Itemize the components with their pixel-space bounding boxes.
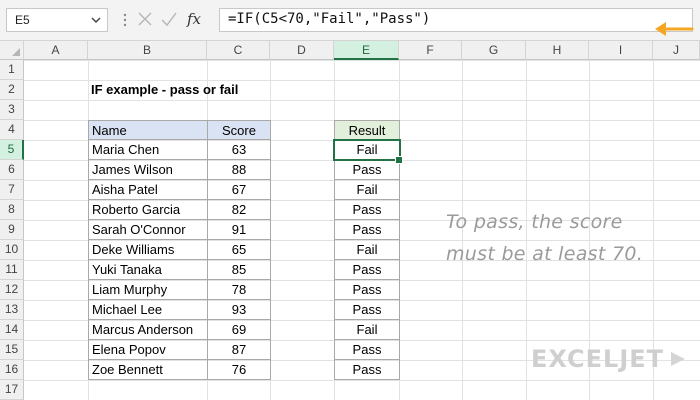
column-header-f[interactable]: F — [399, 41, 462, 60]
cell-score[interactable]: 65 — [207, 240, 271, 260]
cell-result[interactable]: Pass — [334, 220, 400, 240]
cell-score[interactable]: 69 — [207, 320, 271, 340]
row-header-3[interactable]: 3 — [0, 100, 24, 120]
cell-result[interactable]: Fail — [334, 180, 400, 200]
spreadsheet-window: E5 fx =IF(C5<70,"Fail","Pass") A B C D E… — [0, 0, 700, 400]
cell-score[interactable]: 63 — [207, 140, 271, 160]
select-all-corner[interactable] — [0, 41, 24, 60]
header-score[interactable]: Score — [207, 120, 271, 140]
cell-name[interactable]: Marcus Anderson — [88, 320, 208, 340]
row-header-15[interactable]: 15 — [0, 340, 24, 360]
enter-check-icon[interactable] — [160, 10, 178, 28]
cell-name[interactable]: Yuki Tanaka — [88, 260, 208, 280]
svg-text:fx: fx — [186, 10, 202, 28]
logo-mark-icon — [671, 352, 685, 366]
cell-name[interactable]: Aisha Patel — [88, 180, 208, 200]
annotation-note: To pass, the score must be at least 70. — [446, 206, 696, 270]
column-header-j[interactable]: J — [653, 41, 700, 60]
row-header-8[interactable]: 8 — [0, 200, 24, 220]
fill-handle[interactable] — [395, 156, 403, 164]
cell-result[interactable]: Pass — [334, 260, 400, 280]
cell-result[interactable]: Pass — [334, 280, 400, 300]
row-header-14[interactable]: 14 — [0, 320, 24, 340]
cell-score[interactable]: 91 — [207, 220, 271, 240]
arrow-left-icon — [655, 22, 694, 36]
note-line: must be at least 70. — [446, 243, 644, 265]
cell-result[interactable]: Fail — [334, 320, 400, 340]
row-header-13[interactable]: 13 — [0, 300, 24, 320]
active-cell-selection[interactable] — [333, 139, 401, 161]
cell-result[interactable]: Pass — [334, 340, 400, 360]
cell-result[interactable]: Pass — [334, 200, 400, 220]
row-header-2[interactable]: 2 — [0, 80, 24, 100]
cell-name[interactable]: Michael Lee — [88, 300, 208, 320]
row-header-10[interactable]: 10 — [0, 240, 24, 260]
cell-score[interactable]: 88 — [207, 160, 271, 180]
column-header-h[interactable]: H — [526, 41, 589, 60]
cell-result[interactable]: Pass — [334, 300, 400, 320]
formula-bar: E5 fx =IF(C5<70,"Fail","Pass") — [0, 0, 700, 41]
cell-score[interactable]: 82 — [207, 200, 271, 220]
name-box[interactable]: E5 — [6, 8, 108, 32]
cell-score[interactable]: 78 — [207, 280, 271, 300]
column-header-b[interactable]: B — [88, 41, 207, 60]
cell-result[interactable]: Pass — [334, 160, 400, 180]
column-header-e[interactable]: E — [334, 41, 399, 60]
row-header-6[interactable]: 6 — [0, 160, 24, 180]
row-header-12[interactable]: 12 — [0, 280, 24, 300]
column-header-c[interactable]: C — [207, 41, 270, 60]
cell-result[interactable]: Fail — [334, 240, 400, 260]
name-box-value: E5 — [15, 13, 30, 27]
formula-text: =IF(C5<70,"Fail","Pass") — [228, 11, 431, 27]
note-line: To pass, the score — [446, 211, 623, 233]
cell-name[interactable]: Elena Popov — [88, 340, 208, 360]
cell-score[interactable]: 87 — [207, 340, 271, 360]
cell-result[interactable]: Pass — [334, 360, 400, 380]
formula-input[interactable]: =IF(C5<70,"Fail","Pass") — [219, 8, 694, 36]
insert-function-icon[interactable]: fx — [186, 10, 208, 28]
row-header-17[interactable]: 17 — [0, 380, 24, 400]
row-header-1[interactable]: 1 — [0, 60, 24, 80]
cell-name[interactable]: Roberto Garcia — [88, 200, 208, 220]
row-header-7[interactable]: 7 — [0, 180, 24, 200]
row-header-16[interactable]: 16 — [0, 360, 24, 380]
exceljet-logo: EXCELJET — [531, 345, 691, 375]
column-header-g[interactable]: G — [462, 41, 526, 60]
cell-name[interactable]: Deke Williams — [88, 240, 208, 260]
logo-text: EXCELJET — [531, 345, 665, 373]
drag-handle-icon[interactable] — [120, 6, 130, 34]
cancel-icon[interactable] — [136, 10, 154, 28]
cell-name[interactable]: Liam Murphy — [88, 280, 208, 300]
row-header-11[interactable]: 11 — [0, 260, 24, 280]
cell-name[interactable]: James Wilson — [88, 160, 208, 180]
cell-name[interactable]: Sarah O'Connor — [88, 220, 208, 240]
row-header-5[interactable]: 5 — [0, 140, 24, 160]
column-header-i[interactable]: I — [589, 41, 653, 60]
column-header-d[interactable]: D — [270, 41, 334, 60]
cell-score[interactable]: 67 — [207, 180, 271, 200]
column-header-a[interactable]: A — [24, 41, 88, 60]
row-header-4[interactable]: 4 — [0, 120, 24, 140]
cell-score[interactable]: 93 — [207, 300, 271, 320]
cell-score[interactable]: 85 — [207, 260, 271, 280]
cell-name[interactable]: Maria Chen — [88, 140, 208, 160]
cell-score[interactable]: 76 — [207, 360, 271, 380]
chevron-down-icon[interactable] — [89, 12, 103, 28]
header-result[interactable]: Result — [334, 120, 400, 140]
cell-name[interactable]: Zoe Bennett — [88, 360, 208, 380]
header-name[interactable]: Name — [88, 120, 208, 140]
sheet-title[interactable]: IF example - pass or fail — [91, 80, 331, 100]
row-header-9[interactable]: 9 — [0, 220, 24, 240]
